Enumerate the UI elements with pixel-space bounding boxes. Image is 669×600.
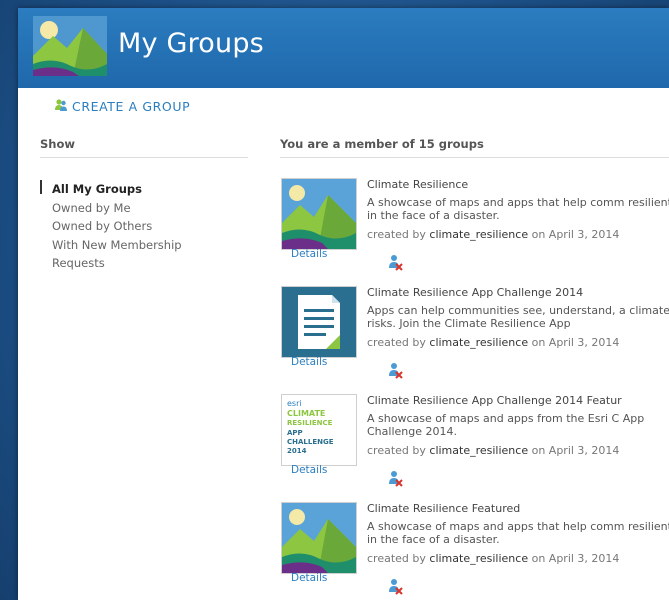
- landscape-thumbnail-icon[interactable]: [281, 502, 357, 574]
- group-created-info: created by climate_resilience on April 3…: [367, 552, 619, 565]
- group-created-info: created by climate_resilience on April 3…: [367, 336, 619, 349]
- filter-owned-by-me[interactable]: Owned by Me: [52, 199, 252, 218]
- created-date: on April 3, 2014: [531, 552, 620, 565]
- filter-all-my-groups[interactable]: All My Groups: [52, 180, 252, 199]
- leave-group-icon[interactable]: [386, 469, 404, 487]
- group-title[interactable]: Climate Resilience: [367, 178, 468, 191]
- group-item: Details Climate Resilience App Challenge…: [281, 286, 669, 386]
- sidebar-heading: Show: [40, 137, 248, 158]
- group-owner[interactable]: climate_resilience: [429, 336, 528, 349]
- page-title: My Groups: [118, 28, 264, 59]
- group-description: Apps can help communities see, understan…: [367, 304, 669, 330]
- groups-count-heading: You are a member of 15 groups: [280, 137, 669, 158]
- group-item: esri CLIMATE RESILIENCE APP CHALLENGE 20…: [281, 394, 669, 494]
- group-owner[interactable]: climate_resilience: [429, 444, 528, 457]
- landscape-logo-icon: [33, 16, 107, 76]
- leave-group-icon[interactable]: [386, 253, 404, 271]
- add-group-icon: [54, 97, 68, 116]
- filter-new-membership-requests[interactable]: With New Membership Requests: [52, 236, 212, 273]
- landscape-thumbnail-icon[interactable]: [281, 178, 357, 250]
- group-filter-list: All My Groups Owned by Me Owned by Other…: [40, 180, 252, 273]
- group-created-info: created by climate_resilience on April 3…: [367, 228, 619, 241]
- group-owner[interactable]: climate_resilience: [429, 228, 528, 241]
- filter-owned-by-others[interactable]: Owned by Others: [52, 217, 252, 236]
- document-thumbnail-icon[interactable]: [281, 286, 357, 358]
- group-item: Details Climate Resilience A showcase of…: [281, 178, 669, 278]
- details-link[interactable]: Details: [291, 356, 327, 368]
- thumb-text-esri: esri: [287, 399, 302, 408]
- thumb-text-resilience: RESILIENCE: [287, 419, 333, 427]
- challenge-logo-thumbnail-icon[interactable]: esri CLIMATE RESILIENCE APP CHALLENGE 20…: [281, 394, 357, 466]
- create-group-label: CREATE A GROUP: [72, 99, 191, 114]
- created-prefix: created by: [367, 552, 426, 565]
- details-link[interactable]: Details: [291, 464, 327, 476]
- created-date: on April 3, 2014: [531, 336, 620, 349]
- group-title[interactable]: Climate Resilience App Challenge 2014: [367, 286, 583, 299]
- group-description: A showcase of maps and apps that help co…: [367, 520, 669, 546]
- group-item: Details Climate Resilience Featured A sh…: [281, 502, 669, 600]
- create-group-button[interactable]: CREATE A GROUP: [54, 97, 190, 116]
- thumb-text-app: APP: [287, 429, 303, 437]
- group-description: A showcase of maps and apps from the Esr…: [367, 412, 645, 438]
- group-created-info: created by climate_resilience on April 3…: [367, 444, 619, 457]
- leave-group-icon[interactable]: [386, 577, 404, 595]
- group-description: A showcase of maps and apps that help co…: [367, 196, 669, 222]
- created-prefix: created by: [367, 336, 426, 349]
- group-owner[interactable]: climate_resilience: [429, 552, 528, 565]
- group-title[interactable]: Climate Resilience App Challenge 2014 Fe…: [367, 394, 622, 407]
- thumb-text-climate: CLIMATE: [287, 409, 325, 418]
- created-prefix: created by: [367, 228, 426, 241]
- details-link[interactable]: Details: [291, 572, 327, 584]
- thumb-text-year: 2014: [287, 447, 307, 455]
- group-title[interactable]: Climate Resilience Featured: [367, 502, 520, 515]
- details-link[interactable]: Details: [291, 248, 327, 260]
- created-date: on April 3, 2014: [531, 444, 620, 457]
- thumb-text-challenge: CHALLENGE: [287, 438, 334, 446]
- header-banner: My Groups: [18, 8, 669, 88]
- created-date: on April 3, 2014: [531, 228, 620, 241]
- leave-group-icon[interactable]: [386, 361, 404, 379]
- created-prefix: created by: [367, 444, 426, 457]
- app-window: My Groups CREATE A GROUP Show All My Gro…: [18, 8, 669, 600]
